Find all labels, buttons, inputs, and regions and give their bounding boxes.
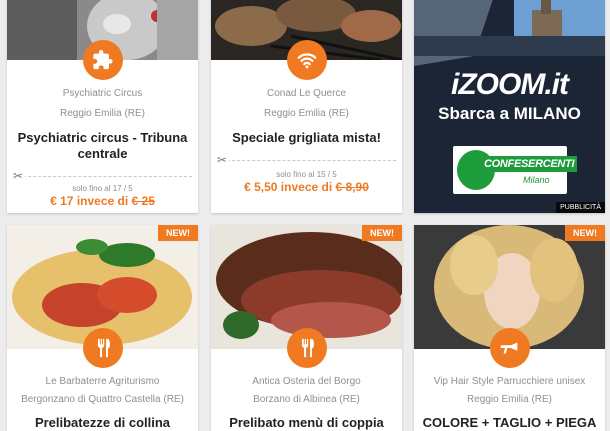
advertisement-banner[interactable]: iZOOM.it Sbarca a MILANO CONFESERCENTI M… (414, 0, 605, 213)
price-old: € 25 (131, 194, 155, 208)
ad-label: PUBBLICITÀ (556, 202, 605, 213)
deal-card-osteria[interactable]: NEW! Antica Osteria del Borgo Borzano di… (211, 225, 402, 431)
deal-price: € 17 invece di € 25 (7, 194, 198, 208)
merchant-city: Bergonzano di Quattro Castella (RE) (21, 394, 184, 405)
cutlery-icon (286, 328, 327, 368)
merchant-city: Reggio Emilia (RE) (466, 394, 553, 405)
logo-subtext: Milano (523, 175, 550, 185)
confesercenti-logo: CONFESERCENTI Milano (453, 146, 578, 194)
coupon-cut-line: ✂ (217, 154, 396, 166)
deal-title-line: Psychiatric circus - Tribuna (17, 130, 188, 145)
cutlery-icon (82, 328, 123, 368)
deal-expiry: solo fino al 15 / 5 (276, 170, 337, 179)
deal-title[interactable]: COLORE + TAGLIO + PIEGA (422, 415, 597, 431)
merchant-city: Reggio Emilia (RE) (263, 108, 350, 119)
deal-card-grigliata[interactable]: Conad Le Querce Reggio Emilia (RE) Speci… (211, 0, 402, 213)
new-badge: NEW! (362, 225, 402, 241)
deal-title[interactable]: Prelibatezze di collina (15, 415, 190, 431)
new-badge: NEW! (565, 225, 605, 241)
puzzle-icon (82, 40, 123, 80)
deal-card-barbaterre[interactable]: NEW! Le Barbaterre Agriturismo Bergonzan… (7, 225, 198, 431)
coupon-cut-line: ✂ (13, 170, 192, 182)
deal-price: € 5,50 invece di € 8,90 (211, 180, 402, 194)
deal-title[interactable]: Psychiatric circus - Tribuna centrale (15, 130, 190, 162)
wifi-icon (286, 40, 327, 80)
merchant-name: Conad Le Querce (267, 88, 346, 99)
hairdryer-icon (489, 328, 530, 368)
deal-title[interactable]: Speciale grigliata mista! (219, 130, 394, 146)
scissors-icon: ✂ (217, 153, 230, 167)
deal-card-psychiatric-circus[interactable]: Psychiatric Circus Reggio Emilia (RE) Ps… (7, 0, 198, 213)
merchant-name: Psychiatric Circus (62, 88, 143, 99)
price-old: € 8,90 (335, 180, 369, 194)
price-new: € 17 invece di (50, 194, 132, 208)
logo-text: CONFESERCENTI (481, 156, 578, 172)
merchant-name: Le Barbaterre Agriturismo (45, 376, 160, 387)
new-badge: NEW! (158, 225, 198, 241)
merchant-name: Antica Osteria del Borgo (252, 376, 361, 387)
price-new: € 5,50 invece di (244, 180, 336, 194)
ad-brand: iZOOM.it (451, 68, 569, 101)
merchant-city: Borzano di Albinea (RE) (253, 394, 360, 405)
deal-card-vip-hair[interactable]: NEW! Vip Hair Style Parrucchiere unisex … (414, 225, 605, 431)
deal-expiry: solo fino al 17 / 5 (72, 184, 133, 193)
deal-title-line: centrale (77, 146, 128, 161)
scissors-icon: ✂ (13, 169, 26, 183)
deal-title[interactable]: Prelibato menù di coppia (219, 415, 394, 431)
merchant-city: Reggio Emilia (RE) (59, 108, 146, 119)
ad-headline: Sbarca a MILANO (438, 104, 581, 123)
merchant-name: Vip Hair Style Parrucchiere unisex (433, 376, 586, 387)
